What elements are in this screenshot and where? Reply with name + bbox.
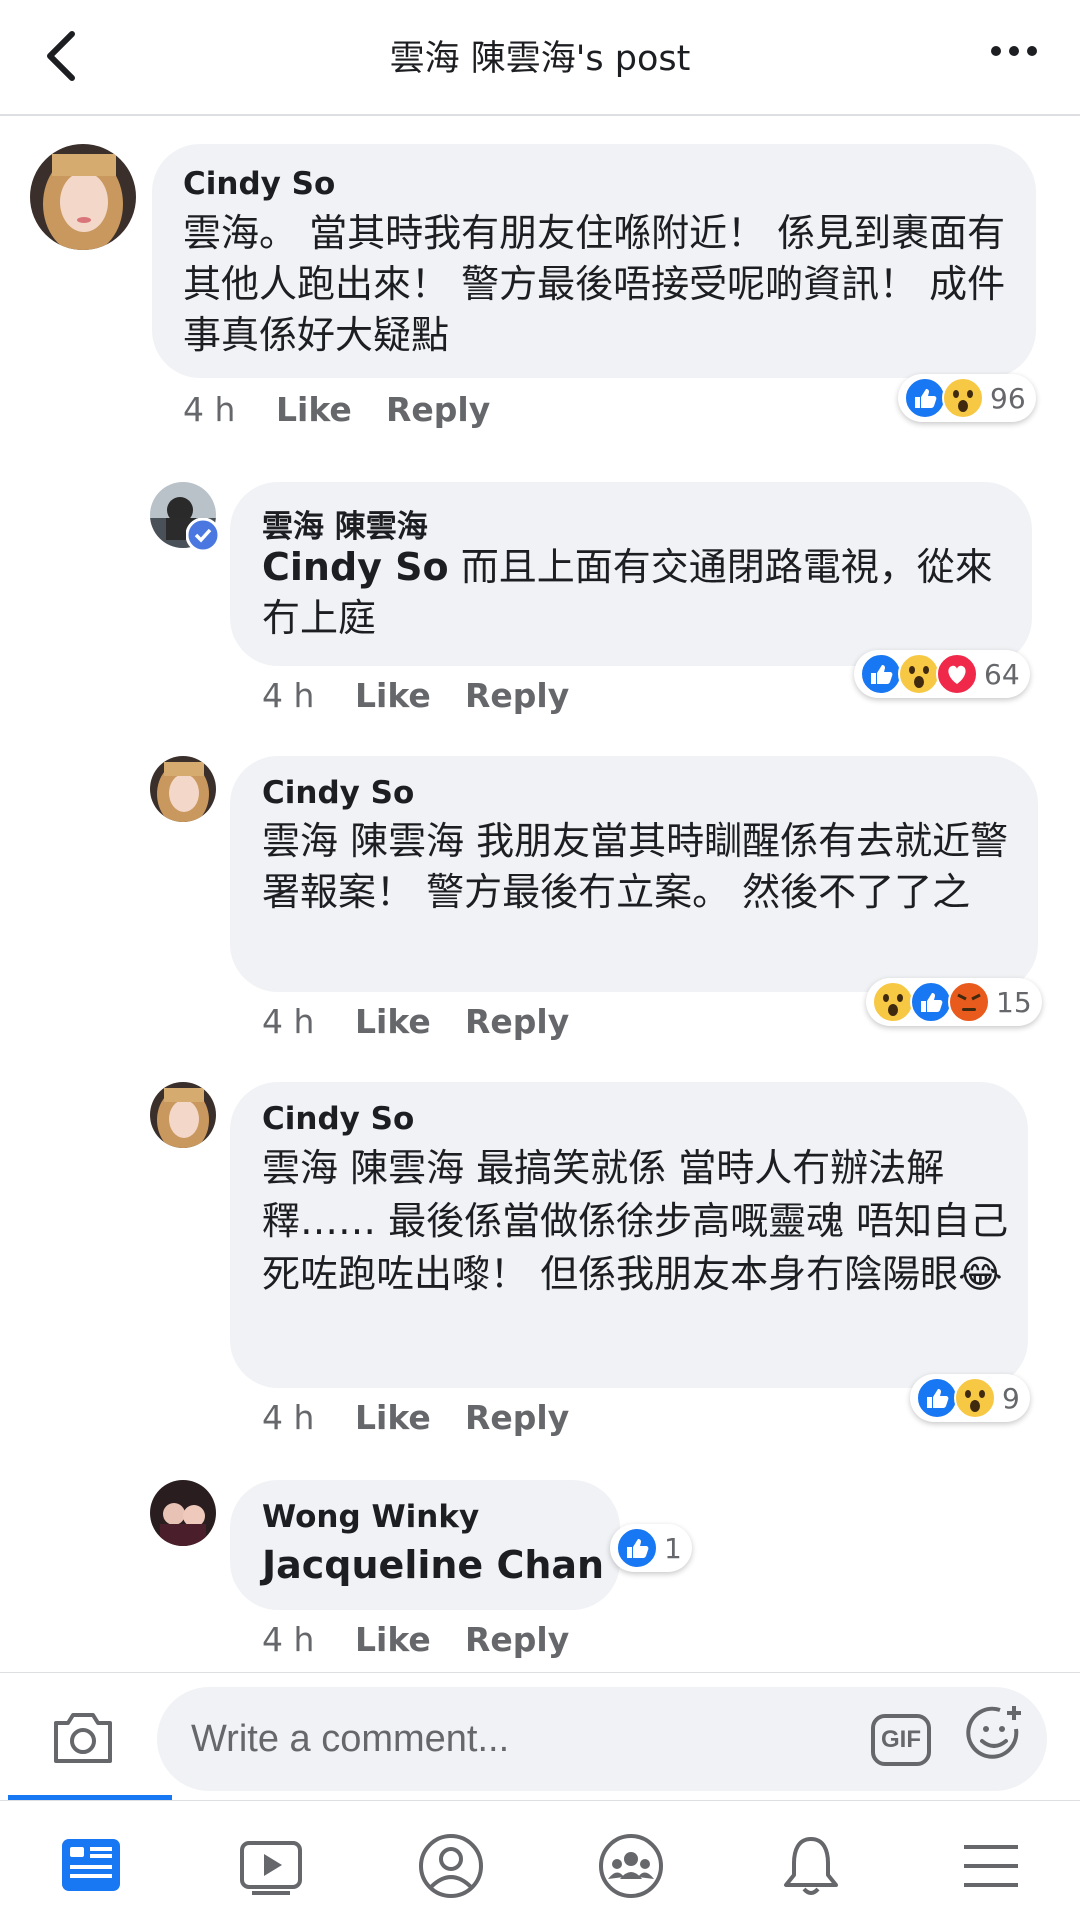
reaction-summary[interactable]: 15 [866,978,1042,1026]
comment-author[interactable]: 雲海 陳雲海 [262,501,428,546]
notifications-icon[interactable] [776,1831,846,1901]
reply-link[interactable]: Reply [465,676,569,715]
gif-button[interactable]: GIF [870,1713,932,1767]
like-reaction-icon [916,1377,958,1419]
comment-text: 雲海 陳雲海 最搞笑就係 當時人冇辦法解釋…… 最後係當做係徐步高嘅靈魂 唔知自… [262,1142,1012,1301]
emoji-add-icon[interactable] [964,1703,1026,1765]
reply-item: Cindy So 雲海 陳雲海 我朋友當其時瞓醒係有去就近警署報案！ 警方最後冇… [0,728,1080,1041]
comment-text: Cindy So 而且上面有交通閉路電視，從來冇上庭 [262,542,1022,644]
like-reaction-icon [860,653,902,695]
avatar-photo [150,1480,216,1546]
comment-author[interactable]: Cindy So [262,775,414,811]
news-feed-icon[interactable] [56,1831,126,1901]
comment-actions: 4 h Like Reply [262,1002,569,1041]
bottom-tab-bar [0,1795,1080,1920]
avatar[interactable] [150,482,220,552]
tears-of-joy-emoji-icon: 😂 [958,1252,1003,1296]
comment-time: 4 h [262,1398,315,1437]
comment-text-body: 雲海 陳雲海 最搞笑就係 當時人冇辦法解釋…… 最後係當做係徐步高嘅靈魂 唔知自… [262,1146,1009,1296]
comment-author[interactable]: Cindy So [262,1101,414,1137]
gif-label: GIF [881,1726,921,1753]
comment-actions: 4 h Like Reply [262,676,569,715]
comments-feed[interactable]: Cindy So 雲海。 當其時我有朋友住喺附近！ 係見到裹面有其他人跑出來！ … [0,116,1080,1672]
comment-text: 雲海。 當其時我有朋友住喺附近！ 係見到裹面有其他人跑出來！ 警方最後唔接受呢啲… [183,211,1006,357]
reaction-summary[interactable]: 64 [854,650,1030,698]
watch-icon[interactable] [236,1831,306,1901]
reaction-count: 1 [664,1531,682,1565]
wow-reaction-icon [898,653,940,695]
avatar[interactable] [150,756,216,822]
page-title: 雲海 陳雲海's post [389,39,691,79]
reaction-summary[interactable]: 96 [898,374,1036,422]
active-tab-indicator [8,1795,172,1800]
like-link[interactable]: Like [355,1002,465,1041]
groups-icon[interactable] [596,1831,666,1901]
mention-link[interactable]: Jacqueline Chan [262,1543,604,1587]
menu-icon[interactable] [956,1831,1026,1901]
reply-item: Cindy So 雲海 陳雲海 最搞笑就係 當時人冇辦法解釋…… 最後係當做係徐… [0,1054,1080,1437]
avatar-photo [150,1082,216,1148]
verified-badge-icon [186,518,220,552]
reply-item: 雲海 陳雲海 Cindy So 而且上面有交通閉路電視，從來冇上庭 4 h Lik… [0,454,1080,715]
wow-reaction-icon [942,377,984,419]
reply-link[interactable]: Reply [465,1398,569,1437]
like-link[interactable]: Like [355,676,465,715]
comment-actions: 4 h Like Reply [262,1398,569,1437]
like-reaction-icon [616,1527,658,1569]
avatar[interactable] [30,144,136,250]
wow-reaction-icon [954,1377,996,1419]
reaction-summary[interactable]: 1 [610,1524,692,1572]
reply-item: Wong Winky Jacqueline Chan 4 h Like Reply … [0,1452,1080,1659]
reaction-count: 15 [996,985,1032,1019]
reply-link[interactable]: Reply [465,1002,569,1041]
comment-text: 雲海 陳雲海 我朋友當其時瞓醒係有去就近警署報案！ 警方最後冇立案。 然後不了了… [262,819,1009,914]
profile-icon[interactable] [416,1831,486,1901]
like-link[interactable]: Like [355,1620,465,1659]
comment-actions: 4 h Like Reply [183,390,490,429]
camera-icon[interactable] [50,1707,116,1767]
comment-time: 4 h [262,1002,315,1041]
reply-link[interactable]: Reply [465,1620,569,1659]
comment-time: 4 h [183,390,236,429]
love-reaction-icon [936,653,978,695]
comment-text: Jacqueline Chan [262,1540,604,1591]
avatar[interactable] [150,1480,216,1546]
avatar[interactable] [150,1082,216,1148]
reaction-count: 64 [984,657,1020,691]
comment-actions: 4 h Like Reply [262,1620,569,1659]
like-link[interactable]: Like [355,1398,465,1437]
comment-time: 4 h [262,676,315,715]
like-link[interactable]: Like [276,390,386,429]
comment-time: 4 h [262,1620,315,1659]
like-reaction-icon [910,981,952,1023]
avatar-photo [150,756,216,822]
angry-reaction-icon [948,981,990,1023]
more-dots-icon[interactable] [988,36,1040,66]
avatar-photo [30,144,136,250]
wow-reaction-icon [872,981,914,1023]
comment-composer: GIF [0,1672,1080,1800]
top-bar: 雲海 陳雲海's post [0,0,1080,116]
comment-item: Cindy So 雲海。 當其時我有朋友住喺附近！ 係見到裹面有其他人跑出來！ … [0,116,1080,446]
reaction-count: 96 [990,381,1026,415]
reply-link[interactable]: Reply [386,390,490,429]
reaction-summary[interactable]: 9 [910,1374,1030,1422]
comment-author[interactable]: Cindy So [183,166,335,202]
mention-link[interactable]: Cindy So [262,545,449,589]
comment-author[interactable]: Wong Winky [262,1499,479,1535]
like-reaction-icon [904,377,946,419]
reaction-count: 9 [1002,1381,1020,1415]
